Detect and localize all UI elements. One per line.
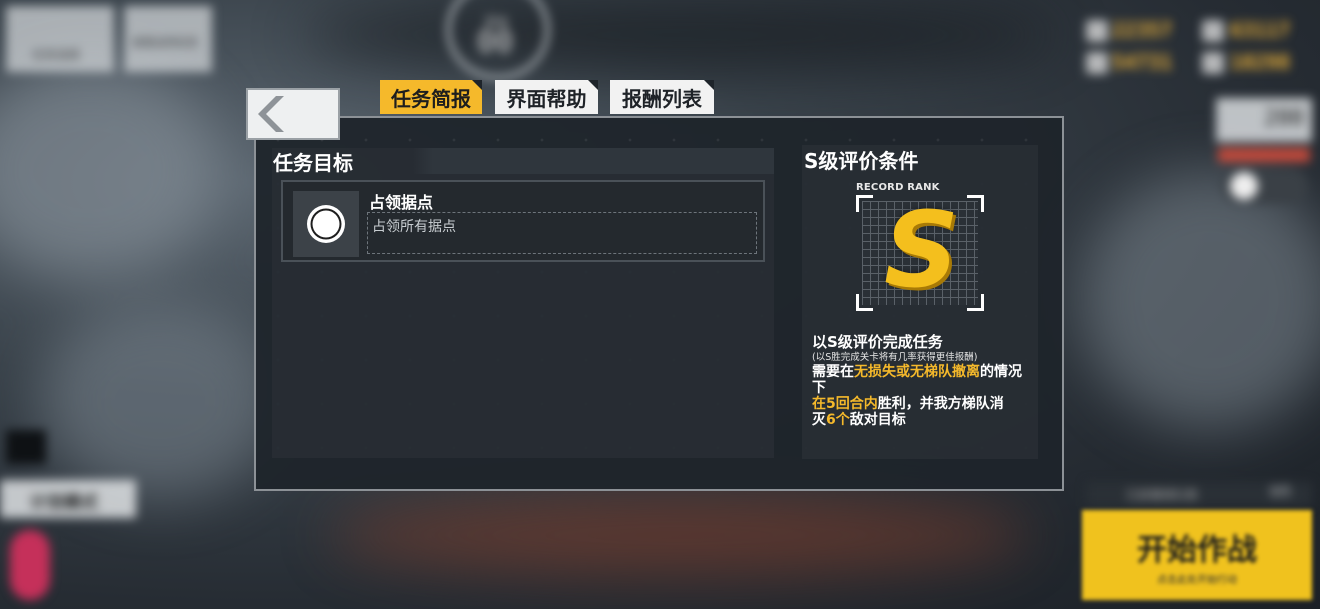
objective-description-box: 占领所有据点 bbox=[367, 212, 757, 254]
start-battle-button[interactable]: 开始作战 点击此处开始行动 bbox=[1082, 510, 1312, 600]
auto-toggle[interactable] bbox=[1222, 168, 1308, 204]
fairy-icon bbox=[10, 530, 50, 600]
turn-counter: 回合 00 bbox=[446, 0, 550, 80]
condition-note: (以S胜完成关卡将有几率获得更佳报酬) bbox=[812, 352, 978, 363]
back-button[interactable] bbox=[246, 88, 340, 140]
capture-point-icon bbox=[307, 205, 345, 243]
objective-description: 占领所有据点 bbox=[372, 219, 456, 235]
objective-title: 占领据点 bbox=[369, 193, 434, 212]
condition-line-3: 灭6个敌对目标 bbox=[812, 412, 906, 428]
parts-value: 10298 bbox=[1230, 50, 1291, 74]
tab-interface-help[interactable]: 界面帮助 bbox=[495, 80, 598, 114]
game-screen: { "background": { "turn_label": "回合", "t… bbox=[0, 0, 1320, 609]
chevron-left-icon bbox=[258, 96, 284, 132]
tab-reward-list[interactable]: 报酬列表 bbox=[610, 80, 714, 114]
rank-letter: S bbox=[884, 189, 959, 311]
plan-mode-button[interactable]: 计划模式 bbox=[0, 480, 136, 518]
ration-icon bbox=[1086, 52, 1108, 74]
manpower-icon bbox=[1086, 20, 1108, 42]
battlefield-info-button[interactable]: 查看战场信息 bbox=[124, 6, 212, 72]
rank-section-title: S级评价条件 bbox=[804, 149, 919, 173]
auto-counter: 200 bbox=[1216, 98, 1312, 142]
eye-icon[interactable] bbox=[6, 430, 46, 464]
objective-icon bbox=[293, 191, 359, 257]
ammo-icon bbox=[1202, 20, 1224, 42]
condition-line-1: 需要在无损失或无梯队撤离的情况下 bbox=[812, 364, 1022, 396]
team-count-bar: 已部署梯队数 0/5 bbox=[1086, 482, 1312, 506]
parts-icon bbox=[1202, 52, 1224, 74]
ration-value: 54731 bbox=[1112, 50, 1173, 74]
mission-select-button[interactable]: 任务选择 bbox=[6, 6, 114, 72]
ammo-value: 63117 bbox=[1230, 18, 1291, 42]
objective-section-title: 任务目标 bbox=[273, 151, 353, 175]
rank-emblem: S bbox=[856, 189, 984, 311]
objective-item: 占领据点 占领所有据点 bbox=[281, 180, 765, 262]
condition-line-2: 在5回合内胜利，并我方梯队消 bbox=[812, 396, 1004, 412]
red-banner bbox=[1218, 148, 1310, 162]
manpower-value: 22357 bbox=[1112, 18, 1173, 42]
tab-mission-briefing[interactable]: 任务简报 bbox=[380, 80, 482, 114]
